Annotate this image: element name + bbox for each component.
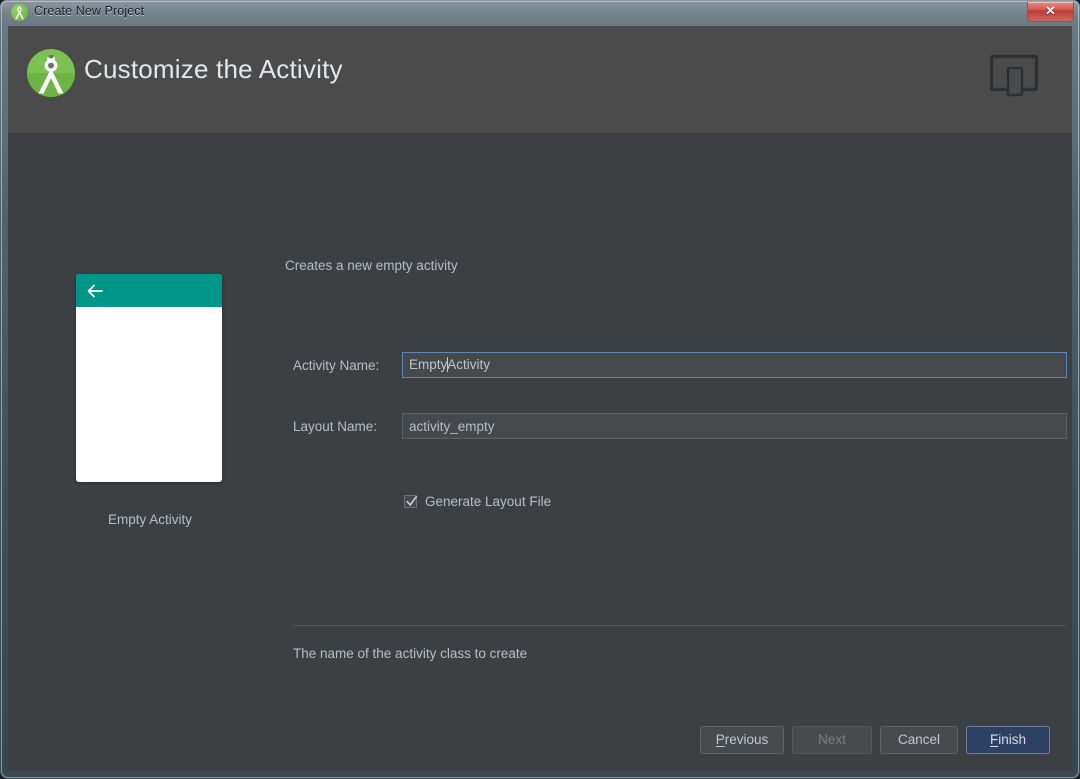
title-bar[interactable]: Create New Project ✕ <box>0 0 1080 26</box>
next-button: Next <box>792 726 872 754</box>
section-separator <box>293 625 1066 626</box>
dialog-footer: Previous Next Cancel Finish <box>8 709 1072 771</box>
wizard-body: Empty Activity Creates a new empty activ… <box>8 134 1072 771</box>
finish-button-label: inish <box>998 732 1026 747</box>
template-description: Creates a new empty activity <box>285 258 458 273</box>
activity-name-label: Activity Name: <box>293 358 379 373</box>
activity-template-label: Empty Activity <box>76 512 224 527</box>
previous-button-mnemonic: P <box>716 732 725 747</box>
previous-button[interactable]: Previous <box>700 726 784 754</box>
page-title: Customize the Activity <box>84 54 343 85</box>
android-studio-logo-glyph <box>26 48 76 98</box>
cancel-button-label: Cancel <box>898 732 940 747</box>
wizard-header: Customize the Activity <box>8 26 1072 134</box>
generate-layout-file-checkbox[interactable]: Generate Layout File <box>404 494 551 509</box>
activity-name-value-after-caret: Activity <box>447 357 490 372</box>
thumbnail-app-bar <box>76 274 222 307</box>
next-button-label: Next <box>818 732 846 747</box>
checkmark-icon <box>404 494 419 509</box>
activity-name-value-before-caret: Empty <box>409 357 447 372</box>
window-title: Create New Project <box>34 4 144 18</box>
cancel-button[interactable]: Cancel <box>880 726 958 754</box>
finish-button[interactable]: Finish <box>966 726 1050 754</box>
close-button[interactable]: ✕ <box>1027 1 1074 22</box>
device-preview-icon <box>990 54 1038 98</box>
previous-button-label: revious <box>725 732 769 747</box>
android-studio-icon-glyph <box>11 4 28 21</box>
android-studio-icon <box>11 4 28 21</box>
close-icon: ✕ <box>1028 3 1073 19</box>
dialog-client-area: Customize the Activity Emp <box>8 26 1072 771</box>
device-preview-icon-glyph <box>990 54 1038 98</box>
activity-template-card[interactable]: Empty Activity <box>76 274 224 527</box>
layout-name-label: Layout Name: <box>293 419 377 434</box>
dialog-window: Create New Project ✕ Customize the Activ… <box>0 0 1080 779</box>
finish-button-mnemonic: F <box>990 732 998 747</box>
field-help-text: The name of the activity class to create <box>293 646 527 661</box>
activity-template-thumbnail[interactable] <box>76 274 222 482</box>
layout-name-input[interactable] <box>402 413 1067 439</box>
back-arrow-icon <box>86 282 104 300</box>
generate-layout-file-label: Generate Layout File <box>425 494 551 509</box>
checkbox-box[interactable] <box>404 495 417 508</box>
activity-name-input[interactable]: EmptyActivity <box>402 352 1067 378</box>
android-studio-logo <box>26 48 76 98</box>
